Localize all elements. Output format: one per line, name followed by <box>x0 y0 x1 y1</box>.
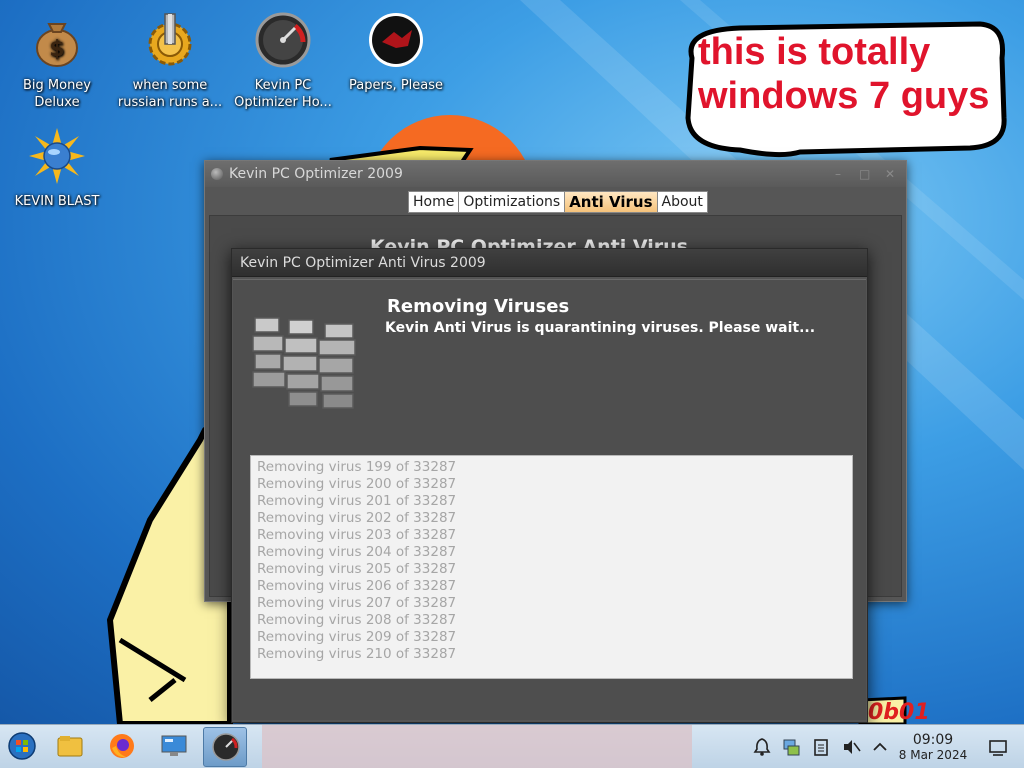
money-bag-icon: $ <box>36 23 78 67</box>
gear-icon <box>148 13 192 66</box>
desktop-icon-big-money-deluxe[interactable]: $ Big Money Deluxe <box>2 12 112 111</box>
dialog-content: Removing Viruses Kevin Anti Virus is qua… <box>233 279 866 720</box>
app-icon <box>211 168 223 180</box>
svg-text:$: $ <box>49 37 64 62</box>
dialog-heading: Removing Viruses <box>387 296 570 317</box>
maximize-button[interactable]: □ <box>859 161 870 187</box>
network-icon[interactable] <box>781 737 801 757</box>
speedometer-icon <box>255 12 311 68</box>
tab-about[interactable]: About <box>656 191 708 213</box>
virus-log-line: Removing virus 199 of 33287 <box>257 459 457 475</box>
meme-text: this is totally windows 7 guys <box>698 31 990 117</box>
taskbar-kevin-optimizer[interactable] <box>203 727 247 767</box>
virus-log-line: Removing virus 205 of 33287 <box>257 561 457 577</box>
tab-home[interactable]: Home <box>408 191 460 213</box>
dialog-titlebar[interactable]: Kevin PC Optimizer Anti Virus 2009 <box>232 249 867 277</box>
tab-bar: Home Optimizations Anti Virus About <box>408 191 708 213</box>
notification-bell-icon[interactable] <box>752 737 772 757</box>
dialog-subheading: Kevin Anti Virus is quarantining viruses… <box>385 320 816 336</box>
virus-log-line: Removing virus 208 of 33287 <box>257 612 457 628</box>
virus-log-line: Removing virus 204 of 33287 <box>257 544 457 560</box>
taskbar-file-manager[interactable] <box>48 727 92 767</box>
desktop-icon-label: Papers, Please <box>348 78 444 93</box>
desktop-icon-label: when some russian runs a... <box>117 78 223 110</box>
close-button[interactable]: ✕ <box>885 161 895 187</box>
virus-log-line: Removing virus 203 of 33287 <box>257 527 457 543</box>
desktop-icon-russian-runs[interactable]: when some russian runs a... <box>115 12 225 111</box>
tab-anti-virus[interactable]: Anti Virus <box>564 191 658 213</box>
taskbar-monitor-settings[interactable] <box>152 727 196 767</box>
clock-time: 09:09 <box>912 732 954 748</box>
clock[interactable]: 09:09 8 Mar 2024 <box>896 732 970 763</box>
virus-log-line: Removing virus 200 of 33287 <box>257 476 457 492</box>
file-manager-icon <box>57 736 83 757</box>
start-orb-icon <box>8 732 36 760</box>
virus-log-line: Removing virus 209 of 33287 <box>257 629 457 645</box>
show-desktop-icon[interactable] <box>988 737 1008 757</box>
taskbar-window-strip <box>262 725 692 768</box>
virus-log-line: Removing virus 207 of 33287 <box>257 595 457 611</box>
globe-burst-icon <box>29 128 85 184</box>
desktop-icon-label: Big Money Deluxe <box>22 78 91 110</box>
desktop-icon-label: Kevin PC Optimizer Ho... <box>234 78 332 110</box>
virus-log-list[interactable]: Removing virus 199 of 33287 Removing viru… <box>250 455 853 679</box>
volume-muted-icon[interactable] <box>841 737 861 757</box>
virus-log-line: Removing virus 201 of 33287 <box>257 493 457 509</box>
meme-speech-bubble: this is totally windows 7 guys <box>680 18 1010 160</box>
taskbar-firefox[interactable] <box>100 727 144 767</box>
anti-virus-dialog[interactable]: Kevin PC Optimizer Anti Virus 2009 Remov… <box>231 248 868 723</box>
desktop-icon-label: KEVIN BLAST <box>14 194 100 209</box>
monitor-settings-icon <box>161 735 187 756</box>
chevron-up-icon[interactable] <box>870 737 890 757</box>
watermark-text: 0b01 <box>868 700 930 724</box>
main-window-titlebar[interactable]: Kevin PC Optimizer 2009 – □ ✕ <box>205 161 906 187</box>
taskbar: 09:09 8 Mar 2024 <box>0 724 1024 768</box>
minimize-button[interactable]: – <box>835 161 841 187</box>
papers-please-icon <box>369 13 423 67</box>
tab-optimizations[interactable]: Optimizations <box>458 191 566 213</box>
firewall-brick-wall-icon <box>252 317 356 409</box>
clipboard-icon[interactable] <box>811 737 831 757</box>
clock-date: 8 Mar 2024 <box>898 748 968 762</box>
virus-log-line: Removing virus 206 of 33287 <box>257 578 457 594</box>
firefox-icon <box>110 734 134 758</box>
kevin-optimizer-icon <box>212 733 240 761</box>
main-window-title: Kevin PC Optimizer 2009 <box>229 166 403 182</box>
virus-log-line: Removing virus 202 of 33287 <box>257 510 457 526</box>
virus-log-line: Removing virus 210 of 33287 <box>257 646 457 662</box>
desktop-icon-papers-please[interactable]: Papers, Please <box>341 12 451 94</box>
start-button[interactable] <box>0 727 44 767</box>
desktop-icon-kevin-optimizer[interactable]: Kevin PC Optimizer Ho... <box>228 12 338 111</box>
desktop-icon-kevin-blast[interactable]: KEVIN BLAST <box>2 128 112 210</box>
